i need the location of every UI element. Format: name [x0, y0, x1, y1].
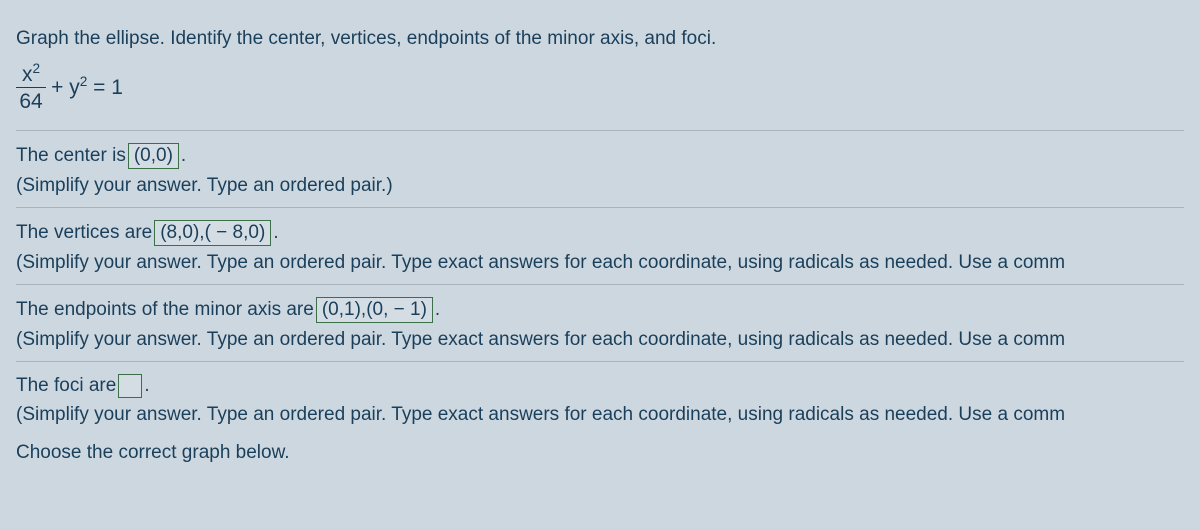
plus-y-text: + y — [51, 76, 80, 99]
numerator-var: x — [22, 63, 33, 86]
center-section: The center is (0,0) . (Simplify your ans… — [16, 131, 1184, 208]
foci-instruction: (Simplify your answer. Type an ordered p… — [16, 404, 1184, 426]
center-label: The center is — [16, 145, 126, 167]
plus-y: + y2 = 1 — [51, 76, 123, 100]
minor-axis-section: The endpoints of the minor axis are (0,1… — [16, 285, 1184, 362]
minor-instruction: (Simplify your answer. Type an ordered p… — [16, 329, 1184, 351]
foci-input[interactable] — [118, 374, 142, 398]
vertices-instruction: (Simplify your answer. Type an ordered p… — [16, 252, 1184, 274]
foci-label: The foci are — [16, 375, 116, 397]
vertices-period: . — [273, 222, 278, 244]
numerator: x2 — [16, 64, 46, 88]
numerator-exp: 2 — [33, 61, 41, 76]
vertices-section: The vertices are (8,0),( − 8,0) . (Simpl… — [16, 208, 1184, 285]
foci-section: The foci are . (Simplify your answer. Ty… — [16, 362, 1184, 430]
minor-input[interactable]: (0,1),(0, − 1) — [316, 297, 433, 323]
equals-one: = 1 — [87, 76, 123, 99]
center-period: . — [181, 145, 186, 167]
vertices-input[interactable]: (8,0),( − 8,0) — [154, 220, 271, 246]
foci-period: . — [144, 375, 149, 397]
vertices-label: The vertices are — [16, 222, 152, 244]
denominator: 64 — [19, 88, 42, 112]
question-container: Graph the ellipse. Identify the center, … — [0, 0, 1200, 474]
center-input[interactable]: (0,0) — [128, 143, 179, 169]
fraction: x2 64 — [16, 64, 46, 112]
center-instruction: (Simplify your answer. Type an ordered p… — [16, 175, 1184, 197]
equation-row: x2 64 + y2 = 1 — [16, 64, 1184, 131]
graph-prompt: Choose the correct graph below. — [16, 430, 1184, 464]
question-prompt: Graph the ellipse. Identify the center, … — [16, 28, 1184, 50]
ellipse-equation: x2 64 + y2 = 1 — [16, 64, 123, 112]
minor-period: . — [435, 299, 440, 321]
minor-label: The endpoints of the minor axis are — [16, 299, 314, 321]
